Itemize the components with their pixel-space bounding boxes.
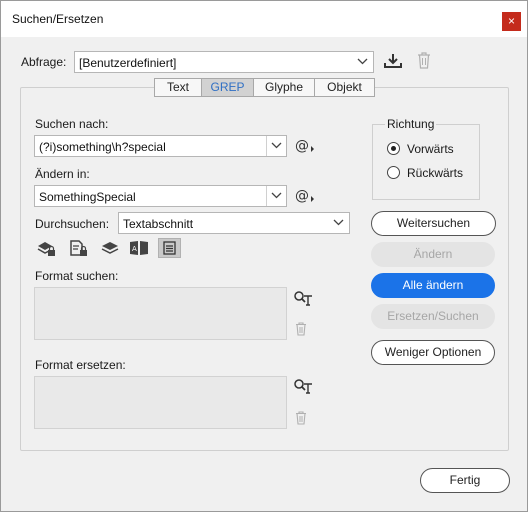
chevron-down-icon[interactable]	[353, 52, 373, 72]
find-format-label: Format suchen:	[35, 269, 119, 283]
change-all-button[interactable]: Alle ändern	[371, 273, 495, 298]
fewer-options-button[interactable]: Weniger Optionen	[371, 340, 495, 365]
direction-backward-radio[interactable]	[387, 166, 400, 179]
close-button[interactable]: ×	[502, 12, 521, 31]
specify-find-format-icon[interactable]	[293, 290, 313, 309]
special-characters-icon[interactable]: @	[295, 137, 315, 156]
include-footnotes-icon[interactable]	[158, 238, 181, 258]
chevron-down-icon[interactable]	[266, 186, 286, 206]
change-format-box[interactable]	[34, 376, 287, 429]
tab-bar: Text GREP Glyphe Objekt	[154, 78, 375, 97]
direction-forward-radio[interactable]	[387, 142, 400, 155]
title-bar: Suchen/Ersetzen ×	[1, 1, 527, 37]
direction-title: Richtung	[385, 117, 437, 131]
direction-backward-label[interactable]: Rückwärts	[407, 166, 463, 180]
find-what-value: (?i)something\h?special	[39, 140, 166, 154]
clear-change-format-icon	[295, 411, 307, 428]
done-button[interactable]: Fertig	[420, 468, 510, 493]
chevron-down-icon[interactable]	[266, 136, 286, 156]
delete-query-icon	[417, 52, 431, 72]
include-master-pages-icon[interactable]: A	[128, 239, 151, 259]
find-change-dialog: Suchen/Ersetzen × Abfrage: [Benutzerdefi…	[0, 0, 528, 512]
tab-object[interactable]: Objekt	[314, 78, 375, 97]
include-locked-stories-icon[interactable]	[68, 239, 91, 259]
direction-forward-label[interactable]: Vorwärts	[407, 142, 454, 156]
svg-text:@: @	[295, 188, 309, 203]
include-hidden-layers-icon[interactable]	[99, 239, 122, 259]
query-dropdown[interactable]: [Benutzerdefiniert]	[74, 51, 374, 73]
svg-text:@: @	[295, 138, 309, 153]
change-button: Ändern	[371, 242, 495, 267]
query-label: Abfrage:	[21, 55, 67, 69]
window-title: Suchen/Ersetzen	[12, 12, 104, 26]
tab-glyph[interactable]: Glyphe	[253, 78, 314, 97]
save-query-icon[interactable]	[384, 53, 402, 72]
change-to-field[interactable]: SomethingSpecial	[34, 185, 287, 207]
include-locked-layers-icon[interactable]	[35, 239, 58, 259]
query-value: [Benutzerdefiniert]	[79, 56, 177, 70]
find-what-label: Suchen nach:	[35, 117, 109, 131]
specify-change-format-icon[interactable]	[293, 378, 313, 397]
search-in-value: Textabschnitt	[123, 217, 194, 231]
change-find-button: Ersetzen/Suchen	[371, 304, 495, 329]
find-what-field[interactable]: (?i)something\h?special	[34, 135, 287, 157]
clear-find-format-icon	[295, 322, 307, 339]
search-in-dropdown[interactable]: Textabschnitt	[118, 212, 350, 234]
change-format-label: Format ersetzen:	[35, 358, 126, 372]
tab-grep[interactable]: GREP	[201, 78, 253, 97]
search-in-label: Durchsuchen:	[35, 217, 110, 231]
chevron-down-icon[interactable]	[329, 213, 349, 233]
special-characters-icon[interactable]: @	[295, 187, 315, 206]
find-next-button[interactable]: Weitersuchen	[371, 211, 496, 236]
find-format-box[interactable]	[34, 287, 287, 340]
change-to-label: Ändern in:	[35, 167, 90, 181]
direction-group	[372, 124, 480, 200]
change-to-value: SomethingSpecial	[39, 190, 136, 204]
tab-text[interactable]: Text	[154, 78, 201, 97]
svg-text:A: A	[132, 245, 137, 253]
